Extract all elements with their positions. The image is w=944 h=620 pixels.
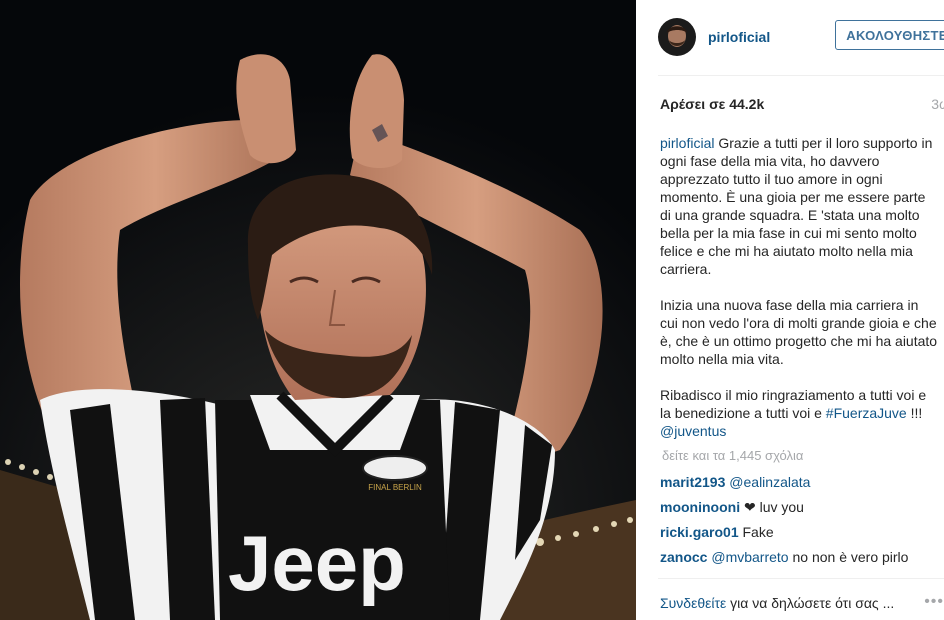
- comment-text: no non è vero pirlo: [792, 549, 909, 565]
- caption-paragraph-2: Inizia una nuova fase della mia carriera…: [660, 297, 938, 367]
- more-options-icon[interactable]: •••: [924, 593, 944, 611]
- caption-exclaim: !!!: [910, 405, 923, 421]
- avatar[interactable]: [658, 18, 696, 56]
- comment-text: Fake: [742, 524, 774, 540]
- comment-username[interactable]: mooninooni: [660, 499, 740, 515]
- player-photo: FINAL BERLIN Jeep: [0, 0, 636, 620]
- caption-text-1: Grazie a tutti per il loro supporto in o…: [660, 135, 933, 277]
- comment-mention[interactable]: @mvbarreto: [711, 549, 788, 565]
- mention-link[interactable]: @juventus: [660, 423, 726, 439]
- post-photo[interactable]: FINAL BERLIN Jeep: [0, 0, 636, 620]
- login-link[interactable]: Συνδεθείτε: [660, 595, 726, 611]
- comment-item: zanocc @mvbarreto no non è vero pirlo: [660, 547, 944, 572]
- hashtag-link[interactable]: #FuerzaJuve: [826, 405, 907, 421]
- comment-username[interactable]: marit2193: [660, 474, 725, 490]
- caption-paragraph-1: pirloficial Grazie a tutti per il loro s…: [660, 134, 940, 278]
- comment-text: ❤ luv you: [743, 499, 804, 515]
- view-all-comments[interactable]: δείτε και τα 1,445 σχόλια: [662, 448, 803, 463]
- comment-item: ricki.garo01 Fake: [660, 522, 944, 547]
- post-header: pirloficial ΑΚΟΛΟΥΘΗΣΤΕ: [658, 16, 944, 58]
- post-side-panel: pirloficial ΑΚΟΛΟΥΘΗΣΤΕ Αρέσει σε 44.2k …: [636, 0, 944, 620]
- post-time[interactable]: 3ω: [931, 96, 944, 112]
- follow-button[interactable]: ΑΚΟΛΟΥΘΗΣΤΕ: [835, 20, 944, 50]
- avatar-image: [658, 18, 696, 56]
- caption-paragraph-3: Ribadisco il mio ringraziamento a tutti …: [660, 386, 940, 440]
- comments-list: marit2193 @ealinzalata mooninooni ❤ luv …: [660, 472, 944, 572]
- comment-username[interactable]: ricki.garo01: [660, 524, 739, 540]
- jersey-sponsor: Jeep: [228, 519, 406, 607]
- post-caption: pirloficial Grazie a tutti per il loro s…: [660, 134, 940, 458]
- comment-item: mooninooni ❤ luv you: [660, 497, 944, 522]
- comment-username[interactable]: zanocc: [660, 549, 707, 565]
- comments-divider: [658, 578, 944, 579]
- comment-item: marit2193 @ealinzalata: [660, 472, 944, 497]
- login-prompt-text: για να δηλώσετε ότι σας ...: [730, 595, 895, 611]
- final-badge: FINAL BERLIN: [362, 455, 428, 492]
- likes-count[interactable]: Αρέσει σε 44.2k: [660, 96, 764, 112]
- login-prompt: Συνδεθείτε για να δηλώσετε ότι σας ...: [660, 595, 894, 611]
- username-link[interactable]: pirloficial: [708, 29, 770, 45]
- caption-username[interactable]: pirloficial: [660, 135, 714, 151]
- jersey-collar: [250, 395, 420, 450]
- svg-text:FINAL BERLIN: FINAL BERLIN: [368, 483, 422, 492]
- header-divider: [658, 75, 944, 76]
- comment-mention[interactable]: @ealinzalata: [729, 474, 810, 490]
